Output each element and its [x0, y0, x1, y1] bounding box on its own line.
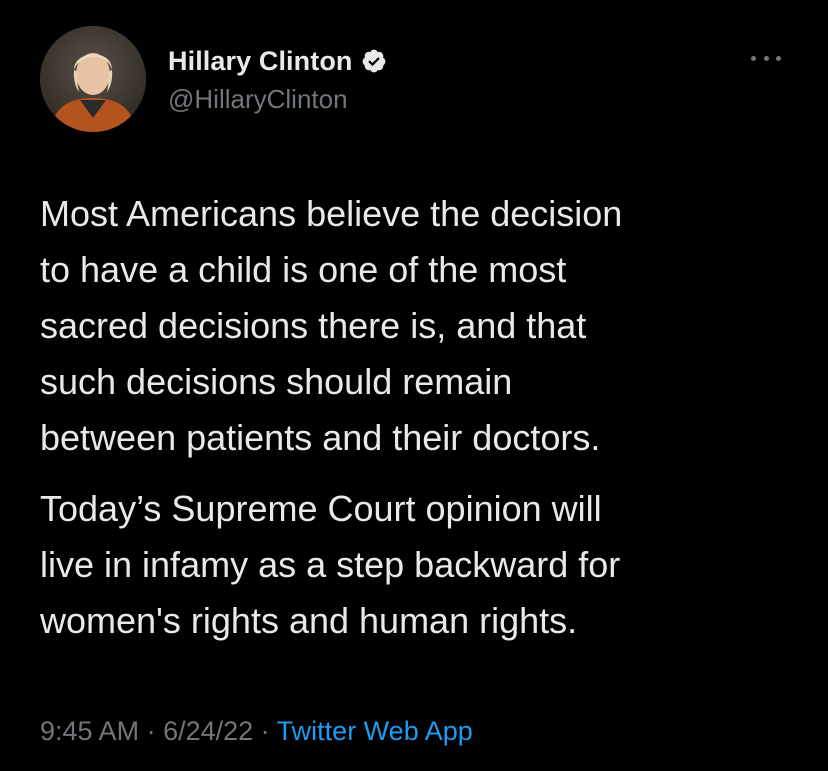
avatar[interactable]: [40, 26, 146, 132]
profile-photo-icon: [40, 26, 146, 132]
tweet-paragraph-2: Today’s Supreme Court opinion will live …: [40, 488, 621, 641]
tweet-text: Most Americans believe the decision to h…: [40, 186, 800, 649]
verified-badge-icon: [361, 48, 387, 74]
display-name[interactable]: Hillary Clinton: [168, 46, 353, 77]
author-handle[interactable]: @HillaryClinton: [168, 84, 348, 115]
tweet-card: Hillary Clinton @HillaryClinton Most Ame…: [0, 0, 828, 771]
more-dots-icon[interactable]: [751, 48, 781, 68]
meta-separator: ·: [139, 716, 164, 746]
tweet-date[interactable]: 6/24/22: [163, 716, 253, 746]
tweet-metadata: 9:45 AM · 6/24/22 · Twitter Web App: [40, 716, 473, 747]
meta-separator: ·: [253, 716, 277, 746]
tweet-paragraph-1: Most Americans believe the decision to h…: [40, 193, 623, 458]
tweet-time[interactable]: 9:45 AM: [40, 716, 139, 746]
author-name-row[interactable]: Hillary Clinton: [168, 44, 387, 78]
tweet-source-link[interactable]: Twitter Web App: [277, 716, 473, 746]
